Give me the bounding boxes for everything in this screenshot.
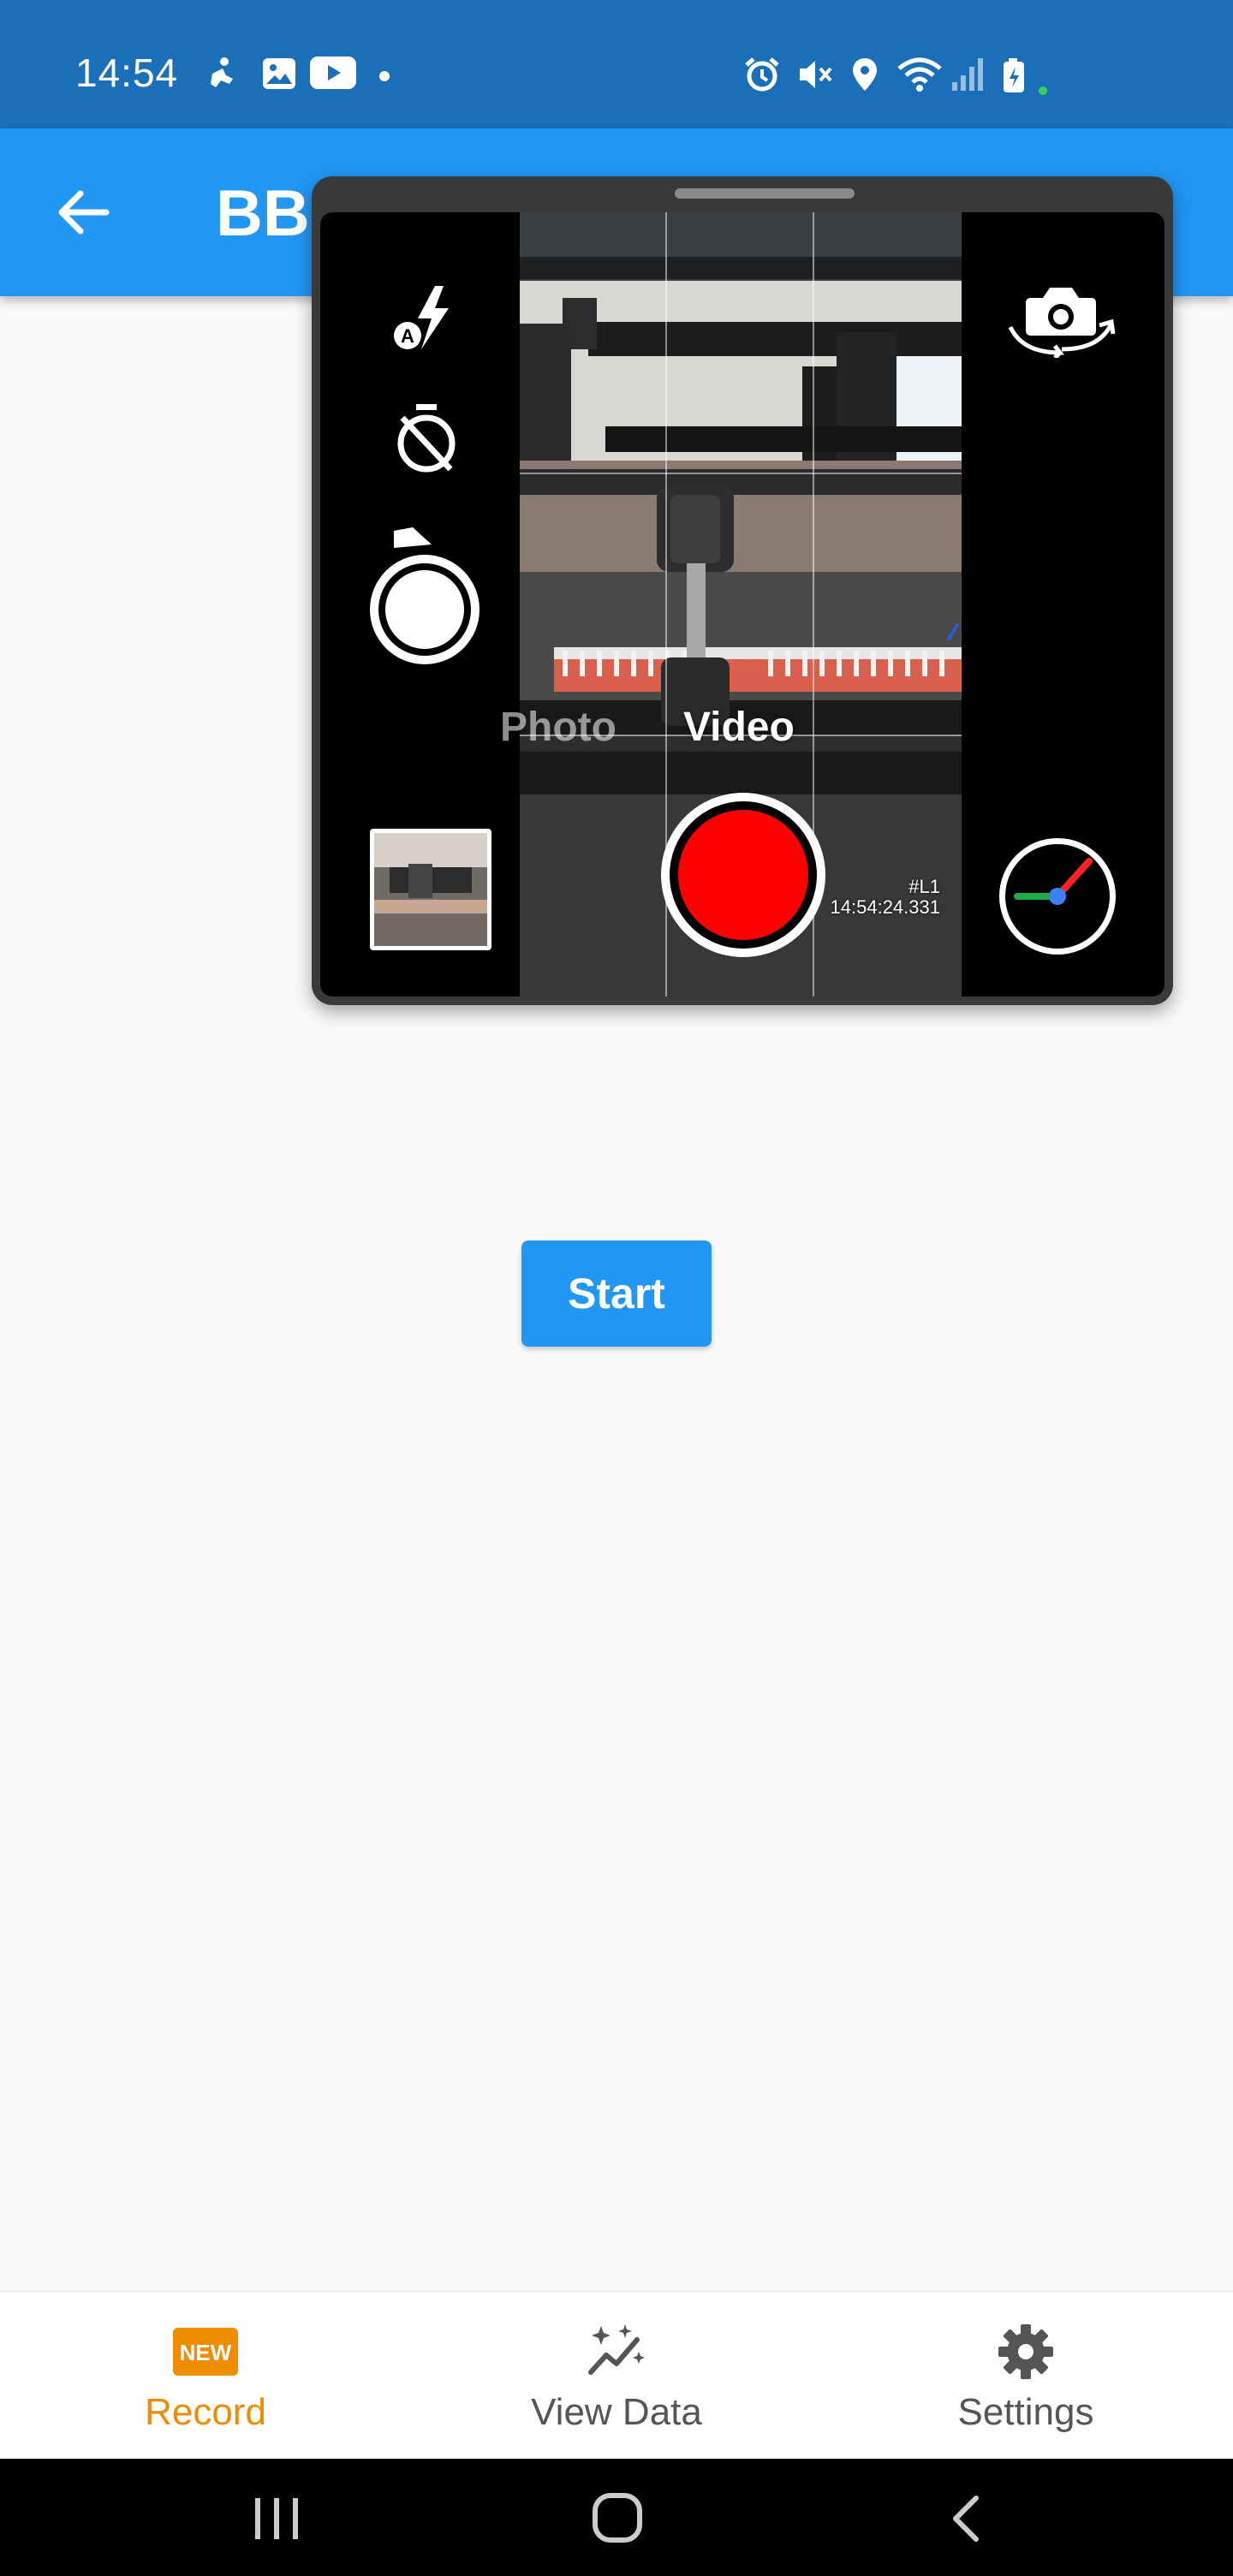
- timestamp-value: 14:54:24.331: [830, 896, 940, 918]
- sparkle-chart-icon: [588, 2324, 645, 2375]
- status-time: 14:54: [75, 51, 179, 95]
- speedometer-icon[interactable]: [997, 836, 1118, 957]
- recents-icon[interactable]: [250, 2495, 303, 2543]
- new-badge-icon: NEW: [173, 2328, 238, 2376]
- nav-item-record[interactable]: NEW Record: [77, 2292, 334, 2460]
- nav-label-record: Record: [145, 2391, 266, 2433]
- shutter-photo-icon[interactable]: [363, 524, 488, 669]
- drag-handle[interactable]: [675, 188, 855, 199]
- nav-label-view-data: View Data: [531, 2391, 702, 2433]
- arrow-back-icon[interactable]: [53, 181, 115, 243]
- mute-icon: [800, 61, 832, 88]
- camera-overlay[interactable]: A Photo Video #L1 14:54:24.331: [312, 176, 1173, 1005]
- youtube-icon: [310, 57, 356, 89]
- nav-item-view-data[interactable]: View Data: [488, 2292, 745, 2460]
- battery-icon: [1004, 58, 1047, 95]
- mode-video[interactable]: Video: [683, 704, 795, 751]
- alarm-icon: [745, 57, 779, 92]
- nav-label-settings: Settings: [957, 2391, 1094, 2433]
- accessibility-icon: [211, 57, 233, 87]
- wifi-icon: [897, 57, 942, 92]
- gallery-thumbnail[interactable]: [370, 829, 491, 950]
- timestamp-overlay: #L1 14:54:24.331: [831, 877, 940, 918]
- back-icon[interactable]: [947, 2493, 985, 2544]
- bottom-navigation: NEW Record View Data Settings: [0, 2291, 1233, 2460]
- status-bar: 14:54: [0, 0, 1233, 128]
- system-navigation-bar: [0, 2459, 1233, 2576]
- gear-icon: [998, 2324, 1053, 2379]
- signal-icon: [952, 58, 983, 91]
- record-button[interactable]: [658, 789, 829, 961]
- camera-body: A Photo Video #L1 14:54:24.331: [320, 212, 1164, 996]
- timer-off-icon[interactable]: [394, 402, 459, 474]
- timestamp-tag: #L1: [908, 876, 940, 897]
- dot-icon: [379, 71, 390, 81]
- svg-text:NEW: NEW: [180, 2340, 232, 2365]
- gallery-icon: [263, 58, 295, 89]
- start-button[interactable]: Start: [521, 1240, 712, 1347]
- home-icon[interactable]: [591, 2491, 644, 2544]
- location-icon: [853, 58, 877, 91]
- nav-item-settings[interactable]: Settings: [897, 2292, 1154, 2460]
- mode-photo[interactable]: Photo: [500, 704, 616, 751]
- flash-auto-icon[interactable]: A: [389, 283, 461, 354]
- switch-camera-icon[interactable]: [1005, 279, 1117, 358]
- svg-text:A: A: [401, 325, 414, 347]
